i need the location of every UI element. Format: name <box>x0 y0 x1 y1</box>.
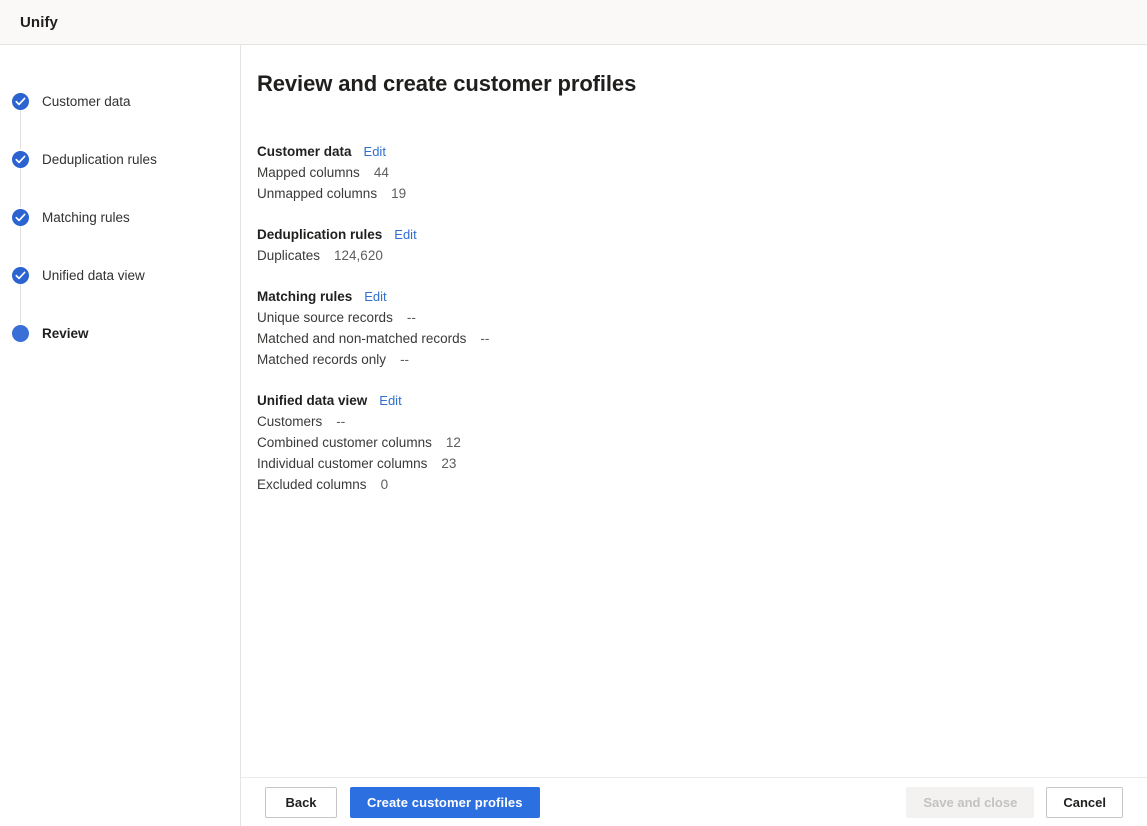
summary-section: Unified data view Edit Customers -- Combined… <box>257 393 1131 494</box>
filled-circle-icon <box>12 325 29 342</box>
stat-row: Matched and non-matched records -- <box>257 330 1131 348</box>
stat-value: 23 <box>441 455 456 473</box>
stat-label: Unique source records <box>257 309 393 327</box>
edit-link[interactable]: Edit <box>364 144 386 159</box>
section-title: Customer data <box>257 144 352 159</box>
check-glyph <box>12 209 29 226</box>
app-title: Unify <box>20 14 58 31</box>
footer-action-bar: Back Create customer profiles Save and c… <box>241 777 1147 826</box>
back-button[interactable]: Back <box>265 787 337 818</box>
step-connector-line <box>20 109 21 149</box>
stat-row: Customers -- <box>257 413 1131 431</box>
section-title: Matching rules <box>257 289 352 304</box>
section-header: Customer data Edit <box>257 144 1131 159</box>
stat-row: Combined customer columns 12 <box>257 434 1131 452</box>
section-title: Deduplication rules <box>257 227 382 242</box>
create-customer-profiles-button[interactable]: Create customer profiles <box>350 787 540 818</box>
check-glyph <box>12 267 29 284</box>
wizard-step-review[interactable]: Review <box>0 323 240 343</box>
wizard-step-label: Deduplication rules <box>42 151 157 168</box>
step-connector-line <box>20 283 21 323</box>
footer-left-actions: Back Create customer profiles <box>265 787 540 818</box>
summary-sections: Customer data Edit Mapped columns 44 Unmappe… <box>257 144 1131 494</box>
wizard-step-navigation: Customer data Deduplication rules Matching… <box>0 45 241 826</box>
edit-link[interactable]: Edit <box>364 289 386 304</box>
stat-label: Matched and non-matched records <box>257 330 466 348</box>
stat-value: 124,620 <box>334 247 383 265</box>
wizard-step-label: Review <box>42 325 89 342</box>
wizard-step-deduplication-rules[interactable]: Deduplication rules <box>0 149 240 169</box>
check-circle-icon <box>12 267 29 284</box>
edit-link[interactable]: Edit <box>394 227 416 242</box>
footer-right-actions: Save and close Cancel <box>906 787 1123 818</box>
stat-label: Combined customer columns <box>257 434 432 452</box>
stat-label: Duplicates <box>257 247 320 265</box>
stat-label: Individual customer columns <box>257 455 427 473</box>
stat-value: -- <box>336 413 345 431</box>
stat-label: Excluded columns <box>257 476 367 494</box>
edit-link[interactable]: Edit <box>379 393 401 408</box>
stat-value: 0 <box>381 476 389 494</box>
stat-row: Mapped columns 44 <box>257 164 1131 182</box>
stat-value: -- <box>400 351 409 369</box>
check-circle-icon <box>12 93 29 110</box>
stat-row: Individual customer columns 23 <box>257 455 1131 473</box>
stat-label: Unmapped columns <box>257 185 377 203</box>
section-header: Matching rules Edit <box>257 289 1131 304</box>
stat-row: Duplicates 124,620 <box>257 247 1131 265</box>
section-header: Deduplication rules Edit <box>257 227 1131 242</box>
stat-row: Unmapped columns 19 <box>257 185 1131 203</box>
stat-value: -- <box>480 330 489 348</box>
wizard-step-unified-data-view[interactable]: Unified data view <box>0 265 240 285</box>
summary-section: Deduplication rules Edit Duplicates 124,620 <box>257 227 1131 265</box>
wizard-step-label: Unified data view <box>42 267 145 284</box>
wizard-step-label: Customer data <box>42 93 131 110</box>
wizard-step-label: Matching rules <box>42 209 130 226</box>
stat-value: 44 <box>374 164 389 182</box>
summary-section: Customer data Edit Mapped columns 44 Unmappe… <box>257 144 1131 203</box>
summary-section: Matching rulesEditUnique source records-… <box>257 289 1131 369</box>
app-header: Unify <box>0 0 1147 45</box>
check-circle-icon <box>12 151 29 168</box>
step-connector-line <box>20 167 21 207</box>
check-circle-icon <box>12 209 29 226</box>
stat-label: Matched records only <box>257 351 386 369</box>
stat-row: Excluded columns 0 <box>257 476 1131 494</box>
stat-row: Unique source records -- <box>257 309 1131 327</box>
review-content-area: Review and create customer profiles Cust… <box>241 45 1147 777</box>
save-and-close-button: Save and close <box>906 787 1034 818</box>
page-title: Review and create customer profiles <box>257 71 1131 97</box>
stat-value: 19 <box>391 185 406 203</box>
stat-row: Matched records only -- <box>257 351 1131 369</box>
body-wrapper: Customer data Deduplication rules Matching… <box>0 45 1147 826</box>
stat-value: -- <box>407 309 416 327</box>
wizard-step-matching-rules[interactable]: Matching rules <box>0 207 240 227</box>
cancel-button[interactable]: Cancel <box>1046 787 1123 818</box>
step-connector-line <box>20 225 21 265</box>
section-header: Unified data view Edit <box>257 393 1131 408</box>
main-panel: Review and create customer profiles Cust… <box>241 45 1147 826</box>
stat-label: Mapped columns <box>257 164 360 182</box>
check-glyph <box>12 93 29 110</box>
section-title: Unified data view <box>257 393 367 408</box>
check-glyph <box>12 151 29 168</box>
stat-value: 12 <box>446 434 461 452</box>
wizard-step-customer-data[interactable]: Customer data <box>0 91 240 111</box>
stat-label: Customers <box>257 413 322 431</box>
